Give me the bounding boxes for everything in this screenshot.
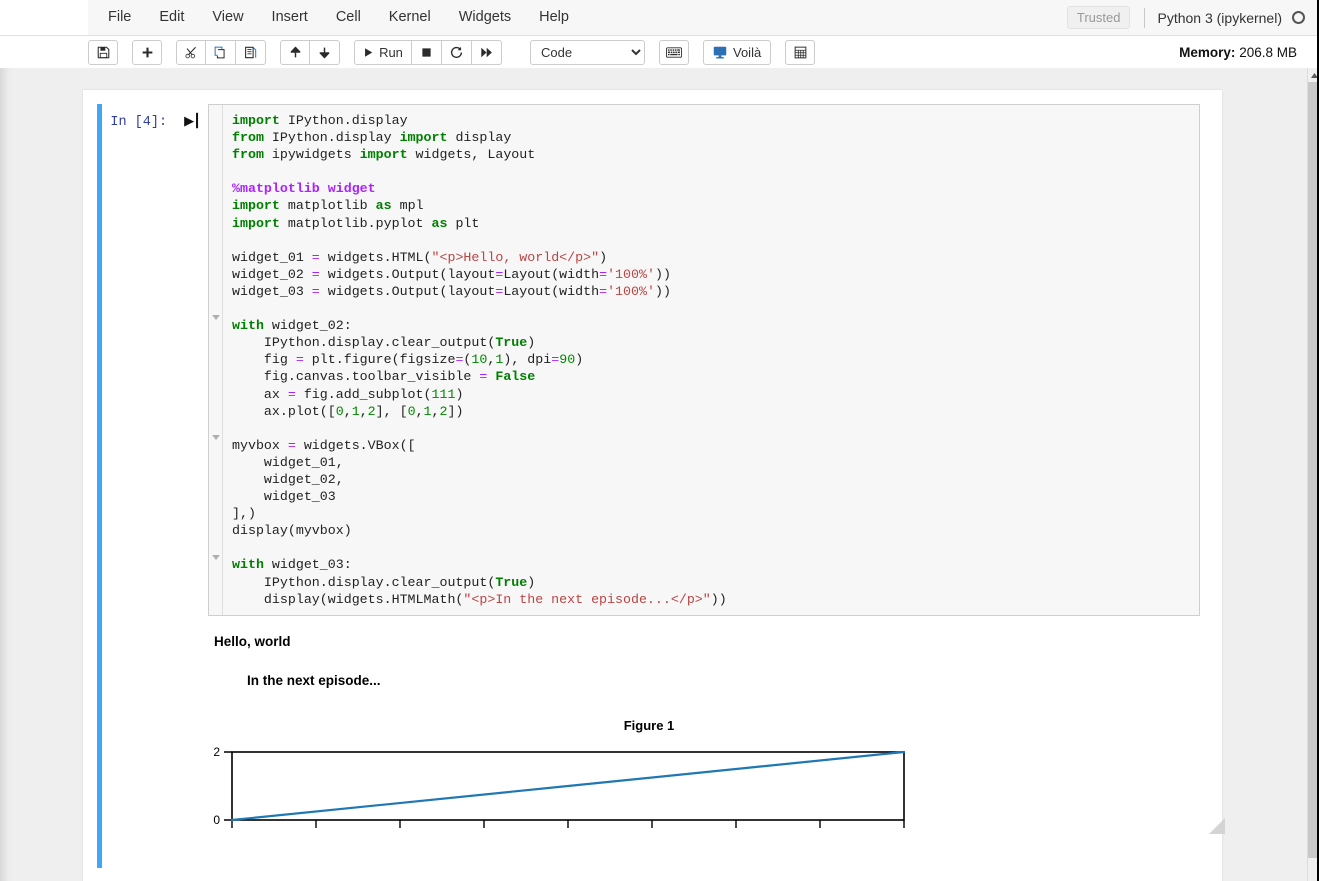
canvas-left-shadow — [0, 68, 14, 881]
menu-cell[interactable]: Cell — [322, 4, 375, 31]
ytick-label-0: 0 — [213, 813, 220, 827]
code-editor[interactable]: import IPython.display from IPython.disp… — [208, 104, 1200, 616]
stop-square-icon — [421, 47, 432, 58]
play-icon — [363, 47, 374, 58]
notebook-scroll-area[interactable]: In [4]: ▶┃ import IPython.display from I… — [0, 68, 1307, 881]
table-grid-icon — [794, 46, 807, 59]
copy-icon — [214, 46, 227, 59]
xtick-marks — [231, 819, 905, 828]
fast-forward-icon — [480, 46, 493, 59]
toolbar-group-file — [88, 39, 120, 65]
paste-icon — [244, 46, 257, 59]
memory-label: Memory: — [1179, 44, 1236, 60]
output-prompt-spacer — [102, 616, 208, 868]
jupyter-notebook-app: File Edit View Insert Cell Kernel Widget… — [0, 0, 1319, 881]
menu-bar-right-group: Trusted Python 3 (ipykernel) — [1066, 0, 1319, 35]
toolbar-group-voila: Voilà — [703, 39, 773, 65]
voila-button[interactable]: Voilà — [703, 39, 772, 65]
trusted-badge[interactable]: Trusted — [1066, 6, 1131, 29]
htmlmath-widget-next-episode: In the next episode... — [247, 672, 381, 688]
toolbar-group-move — [280, 39, 342, 65]
figure-canvas[interactable]: 2 0 — [208, 740, 1108, 850]
code-fold-marker[interactable] — [212, 433, 220, 441]
menu-insert[interactable]: Insert — [258, 4, 322, 31]
toolbar: Run Code Voilà Memory: 206.8 MB — [0, 36, 1319, 68]
ytick-label-2: 2 — [213, 745, 220, 759]
cut-button[interactable] — [176, 39, 206, 65]
code-editor-gutter — [209, 105, 223, 615]
menu-kernel[interactable]: Kernel — [375, 4, 445, 31]
save-button[interactable] — [88, 39, 118, 65]
menu-view[interactable]: View — [198, 4, 257, 31]
keyboard-icon — [666, 46, 682, 58]
arrow-up-icon — [289, 46, 302, 59]
move-cell-down-button[interactable] — [310, 39, 340, 65]
cell-input-area[interactable]: import IPython.display from IPython.disp… — [208, 104, 1200, 616]
toolbar-group-run: Run — [354, 39, 504, 65]
plus-icon — [141, 46, 154, 59]
interrupt-kernel-button[interactable] — [412, 39, 442, 65]
widget-vbox: Hello, world In the next episode... Figu… — [208, 616, 1225, 868]
ytick-marks — [224, 751, 232, 821]
menu-help[interactable]: Help — [525, 4, 583, 31]
toolbar-group-palette — [659, 39, 691, 65]
matplotlib-figure-widget[interactable]: Figure 1 2 0 — [208, 717, 1225, 868]
restart-kernel-button[interactable] — [442, 39, 472, 65]
voila-button-label: Voilà — [733, 44, 762, 60]
memory-status: Memory: 206.8 MB — [1179, 45, 1297, 60]
move-cell-up-button[interactable] — [280, 39, 310, 65]
toolbar-group-insert — [132, 39, 164, 65]
cell-type-select[interactable]: CodeMarkdownRaw NBConvertHeading — [530, 39, 645, 65]
save-icon — [97, 46, 110, 59]
restart-and-run-all-button[interactable] — [472, 39, 502, 65]
circle-idle-icon — [1292, 11, 1305, 24]
html-widget-hello: Hello, world — [214, 633, 291, 649]
copy-button[interactable] — [206, 39, 236, 65]
figure-title: Figure 1 — [623, 717, 675, 733]
toolbar-group-clipboard — [176, 39, 268, 65]
command-palette-button[interactable] — [659, 39, 689, 65]
arrow-down-icon — [318, 46, 331, 59]
code-cell-selected[interactable]: In [4]: ▶┃ import IPython.display from I… — [97, 104, 1225, 868]
scissors-icon — [184, 46, 198, 59]
kernel-name-label[interactable]: Python 3 (ipykernel) — [1157, 10, 1282, 26]
menu-bar: File Edit View Insert Cell Kernel Widget… — [0, 0, 1319, 36]
cell-output-area: Hello, world In the next episode... Figu… — [102, 616, 1225, 868]
restart-circular-arrow-icon — [450, 46, 463, 59]
nbextensions-button[interactable] — [785, 39, 816, 65]
notebook-paper: In [4]: ▶┃ import IPython.display from I… — [83, 90, 1225, 881]
insert-cell-below-button[interactable] — [132, 39, 162, 65]
resize-grip-icon[interactable] — [1208, 817, 1226, 835]
cell-prompt: In [4]: ▶┃ — [102, 104, 208, 616]
menu-edit[interactable]: Edit — [145, 4, 198, 31]
run-button[interactable]: Run — [354, 39, 412, 65]
run-button-label: Run — [379, 44, 403, 60]
code-fold-marker[interactable] — [212, 553, 220, 561]
cell-prompt-label: In [4]: — [110, 115, 168, 130]
menu-divider — [1144, 7, 1146, 28]
monitor-icon — [713, 46, 727, 59]
toolbar-group-nbextensions — [785, 39, 817, 65]
cell-input-row: In [4]: ▶┃ import IPython.display from I… — [102, 104, 1208, 616]
run-cell-marker-icon[interactable]: ▶┃ — [184, 114, 201, 129]
menu-bar-left-spacer — [0, 0, 88, 35]
paste-button[interactable] — [236, 39, 266, 65]
menu-file[interactable]: File — [94, 4, 145, 31]
code-fold-marker[interactable] — [212, 313, 220, 321]
menu-widgets[interactable]: Widgets — [445, 4, 525, 31]
memory-value: 206.8 MB — [1239, 44, 1297, 60]
code-editor-content[interactable]: import IPython.display from IPython.disp… — [223, 105, 1199, 615]
menu-bar-items: File Edit View Insert Cell Kernel Widget… — [88, 0, 1319, 35]
